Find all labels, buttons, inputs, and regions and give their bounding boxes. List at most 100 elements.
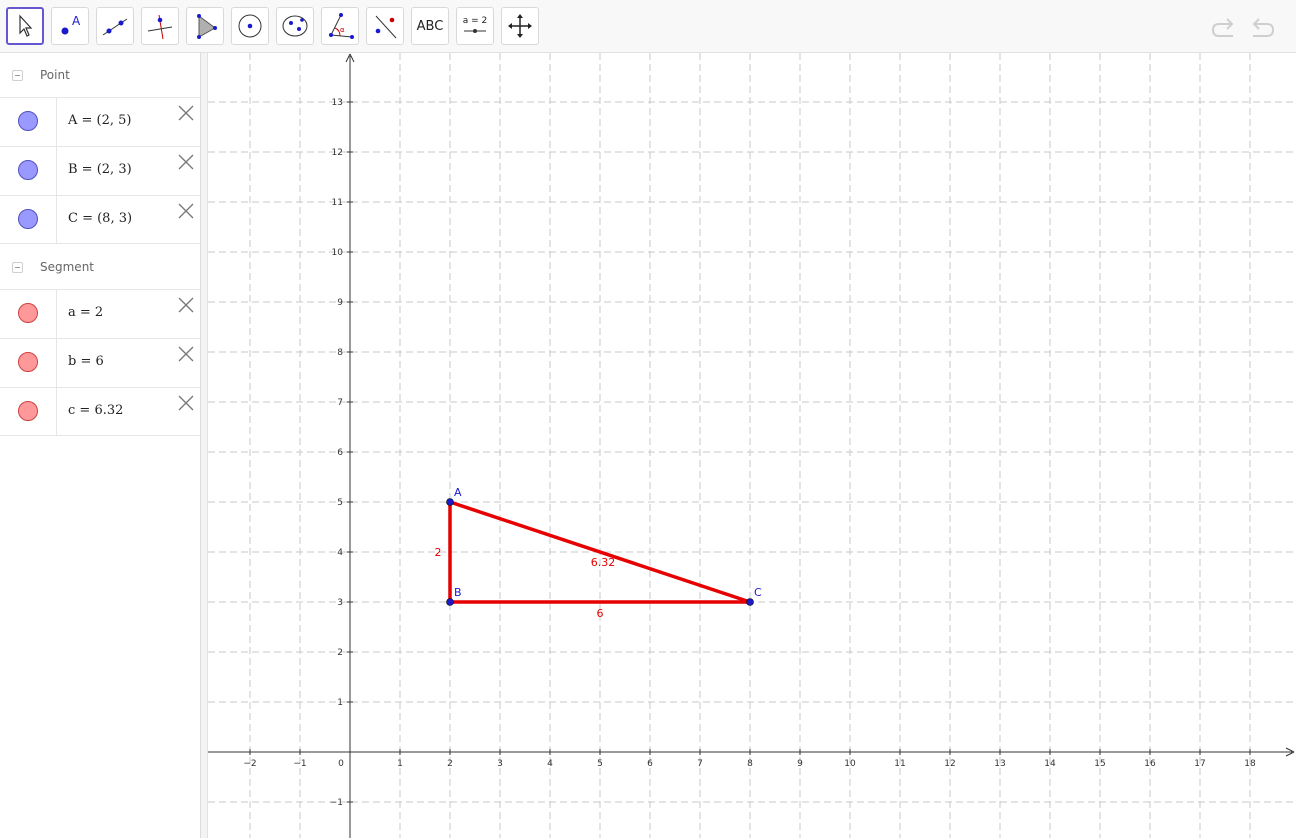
- svg-text:α: α: [340, 26, 345, 34]
- x-tick-label: 0: [338, 759, 344, 769]
- y-tick-label: 11: [332, 198, 343, 208]
- slider-tool-button[interactable]: a = 2: [456, 7, 494, 45]
- algebra-expression[interactable]: C = (8, 3): [68, 211, 132, 226]
- move-tool-button[interactable]: [6, 7, 44, 45]
- x-tick-label: 13: [994, 759, 1005, 769]
- polygon-tool-button[interactable]: [186, 7, 224, 45]
- delete-icon[interactable]: [177, 345, 195, 363]
- point-a[interactable]: [446, 498, 454, 506]
- delete-icon[interactable]: [177, 296, 195, 314]
- segment-label: 6: [597, 607, 604, 620]
- panel-splitter[interactable]: [201, 53, 208, 838]
- reflect-icon: [375, 15, 397, 39]
- y-tick-label: 6: [337, 448, 343, 458]
- visibility-toggle[interactable]: [18, 303, 38, 323]
- reflect-tool-button[interactable]: [366, 7, 404, 45]
- y-tick-label: 1: [337, 698, 343, 708]
- point-label: B: [454, 586, 462, 599]
- y-tick-label: 8: [337, 348, 343, 358]
- text-icon: ABC: [416, 18, 444, 34]
- x-tick-label: 1: [397, 759, 403, 769]
- group-header-point[interactable]: Point: [0, 53, 200, 97]
- redo-icon[interactable]: [1247, 14, 1277, 40]
- cursor-arrow-icon: [19, 14, 33, 37]
- move-arrows-icon: [508, 14, 532, 38]
- segment-label: 2: [435, 546, 442, 559]
- group-header-segment[interactable]: Segment: [0, 245, 200, 289]
- polygon-icon: [197, 14, 217, 39]
- line-tool-button[interactable]: [96, 7, 134, 45]
- x-tick-label: 9: [797, 759, 803, 769]
- visibility-toggle[interactable]: [18, 209, 38, 229]
- x-tick-label: 18: [1244, 759, 1256, 769]
- angle-tool-button[interactable]: α: [321, 7, 359, 45]
- delete-icon[interactable]: [177, 153, 195, 171]
- y-tick-label: 7: [337, 398, 343, 408]
- algebra-expression[interactable]: b = 6: [68, 354, 104, 369]
- y-tick-label: −1: [330, 798, 343, 808]
- undo-icon[interactable]: [1209, 14, 1239, 40]
- point-b[interactable]: [446, 598, 454, 606]
- visibility-toggle[interactable]: [18, 160, 38, 180]
- group-label: Segment: [40, 260, 94, 274]
- visibility-toggle[interactable]: [18, 352, 38, 372]
- axes: [208, 53, 1295, 838]
- y-tick-label: 4: [337, 548, 343, 558]
- delete-icon[interactable]: [177, 202, 195, 220]
- svg-text:a = 2: a = 2: [463, 16, 488, 26]
- collapse-icon[interactable]: [12, 262, 23, 273]
- x-tick-label: 4: [547, 759, 553, 769]
- visibility-toggle[interactable]: [18, 401, 38, 421]
- graphics-view[interactable]: −2 −1 0 1 2 3 4 5 6 7 8 9 10 11 12 13 14 15 16 17 18−1123456…: [208, 53, 1296, 838]
- ellipse-icon: [282, 15, 308, 37]
- y-tick-label: 2: [337, 648, 343, 658]
- x-tick-label: 10: [844, 759, 856, 769]
- segments[interactable]: 266.32: [435, 500, 752, 620]
- angle-icon: α: [329, 13, 354, 39]
- perpendicular-icon: [147, 14, 173, 40]
- x-tick-label: 3: [497, 759, 503, 769]
- segment-label: 6.32: [591, 556, 616, 569]
- algebra-item-point-a[interactable]: A = (2, 5): [0, 97, 200, 146]
- x-tick-label: 12: [944, 759, 955, 769]
- collapse-icon[interactable]: [12, 70, 23, 81]
- point-label: A: [454, 486, 462, 499]
- y-tick-label: 12: [332, 148, 343, 158]
- perpendicular-line-tool-button[interactable]: [141, 7, 179, 45]
- grid: [208, 53, 1296, 838]
- toolbar: A α ABC a = 2: [0, 0, 1296, 53]
- slider-icon: a = 2: [463, 16, 488, 33]
- visibility-toggle[interactable]: [18, 111, 38, 131]
- delete-icon[interactable]: [177, 104, 195, 122]
- point-c[interactable]: [746, 598, 754, 606]
- algebra-item-segment-a[interactable]: a = 2: [0, 289, 200, 338]
- svg-text:A: A: [72, 14, 81, 28]
- move-graphics-tool-button[interactable]: [501, 7, 539, 45]
- x-tick-label: 15: [1094, 759, 1105, 769]
- algebra-item-segment-c[interactable]: c = 6.32: [0, 387, 200, 436]
- circle-tool-button[interactable]: [231, 7, 269, 45]
- algebra-item-point-c[interactable]: C = (8, 3): [0, 195, 200, 244]
- algebra-item-segment-b[interactable]: b = 6: [0, 338, 200, 387]
- algebra-expression[interactable]: a = 2: [68, 305, 103, 320]
- y-tick-label: 5: [337, 498, 343, 508]
- point-tool-button[interactable]: A: [51, 7, 89, 45]
- text-tool-button[interactable]: ABC: [411, 7, 449, 45]
- y-tick-label: 13: [332, 98, 343, 108]
- group-label: Point: [40, 68, 70, 82]
- y-tick-label: 9: [337, 298, 343, 308]
- x-tick-label: 8: [747, 759, 753, 769]
- x-tick-label: 2: [447, 759, 453, 769]
- y-tick-label: 10: [332, 248, 344, 258]
- points[interactable]: A B C: [446, 486, 763, 606]
- algebra-item-point-b[interactable]: B = (2, 3): [0, 146, 200, 195]
- line-icon: [102, 18, 128, 36]
- algebra-expression[interactable]: B = (2, 3): [68, 162, 132, 177]
- x-tick-label: 11: [894, 759, 905, 769]
- algebra-expression[interactable]: c = 6.32: [68, 403, 123, 418]
- conic-tool-button[interactable]: [276, 7, 314, 45]
- circle-center-icon: [238, 14, 262, 38]
- delete-icon[interactable]: [177, 394, 195, 412]
- algebra-expression[interactable]: A = (2, 5): [68, 113, 132, 128]
- x-tick-label: 5: [597, 759, 603, 769]
